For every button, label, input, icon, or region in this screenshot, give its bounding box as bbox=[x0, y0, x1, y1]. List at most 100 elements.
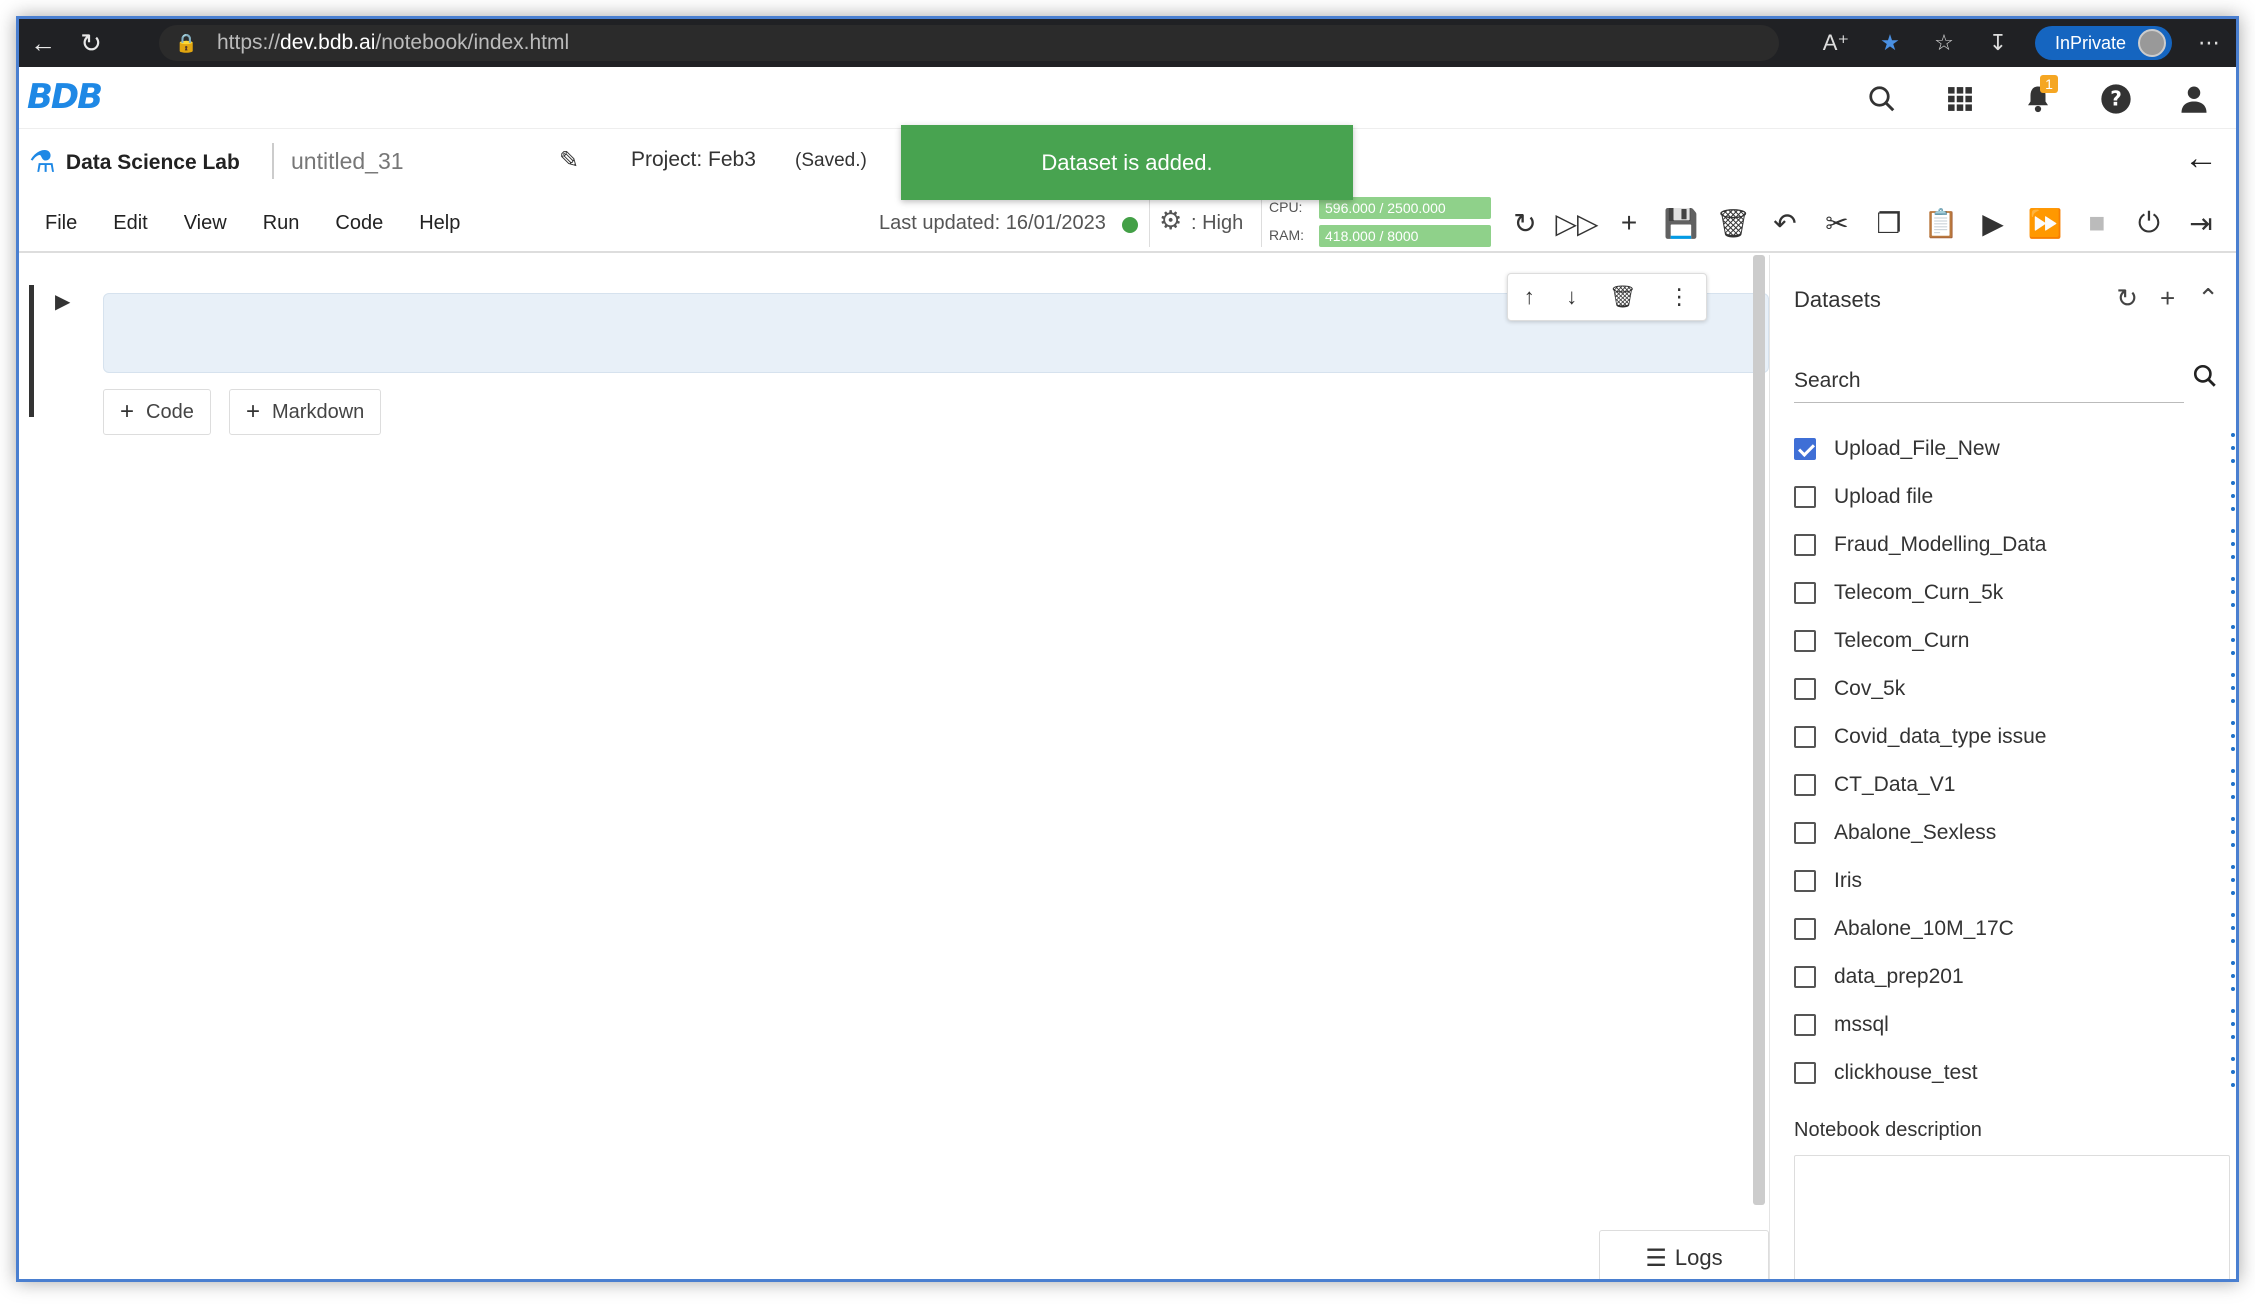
dataset-item[interactable]: clickhouse_test bbox=[1794, 1049, 2235, 1097]
copy-icon[interactable]: ❐ bbox=[1863, 207, 1915, 240]
kebab-menu-icon[interactable] bbox=[2228, 577, 2236, 607]
add-cell-icon[interactable]: + bbox=[1603, 207, 1655, 239]
help-icon[interactable]: ? bbox=[2094, 77, 2138, 121]
delete-icon[interactable]: 🗑 bbox=[1707, 207, 1759, 240]
refresh-kernel-icon[interactable]: ↻ bbox=[1499, 207, 1551, 240]
move-down-icon[interactable]: ↓ bbox=[1566, 284, 1577, 310]
inprivate-label: InPrivate bbox=[2054, 32, 2126, 53]
chevron-up-icon[interactable]: ⌃ bbox=[2197, 283, 2219, 314]
dataset-checkbox[interactable] bbox=[1794, 726, 1816, 748]
last-updated: Last updated: 16/01/2023 bbox=[879, 212, 1106, 234]
refresh-datasets-icon[interactable]: ↻ bbox=[2116, 283, 2138, 314]
kebab-menu-icon[interactable] bbox=[2228, 865, 2236, 895]
kebab-menu-icon[interactable] bbox=[2228, 1009, 2236, 1039]
dataset-item[interactable]: Abalone_Sexless bbox=[1794, 809, 2235, 857]
cut-icon[interactable]: ✂ bbox=[1811, 207, 1863, 240]
menu-edit[interactable]: Edit bbox=[95, 212, 165, 235]
dataset-item[interactable]: Upload file bbox=[1794, 473, 2235, 521]
menu-file[interactable]: File bbox=[27, 212, 95, 235]
bdb-logo[interactable]: BDB bbox=[27, 77, 103, 117]
power-icon[interactable]: ⏻ bbox=[2123, 207, 2175, 240]
favorite-star-icon[interactable]: ★ bbox=[1863, 30, 1917, 56]
dataset-checkbox[interactable] bbox=[1794, 1014, 1816, 1036]
move-up-icon[interactable]: ↑ bbox=[1524, 284, 1535, 310]
notebook-scrollbar[interactable] bbox=[1753, 255, 1765, 1205]
logs-button[interactable]: ☰ Logs bbox=[1599, 1230, 1769, 1279]
add-markdown-button[interactable]: + Markdown bbox=[229, 389, 382, 435]
dataset-search-input[interactable]: Search bbox=[1794, 363, 2184, 403]
kebab-menu-icon[interactable] bbox=[2228, 817, 2236, 847]
kebab-menu-icon[interactable] bbox=[2228, 529, 2236, 559]
kebab-menu-icon[interactable] bbox=[2228, 673, 2236, 703]
dataset-checkbox[interactable] bbox=[1794, 630, 1816, 652]
read-aloud-icon[interactable]: A⁺ bbox=[1809, 30, 1863, 56]
url-prefix: https:// bbox=[217, 31, 281, 54]
menu-view[interactable]: View bbox=[166, 212, 245, 235]
dataset-item[interactable]: Upload_File_New bbox=[1794, 425, 2235, 473]
undo-icon[interactable]: ↶ bbox=[1759, 207, 1811, 240]
back-arrow-icon[interactable]: ← bbox=[2184, 139, 2218, 178]
dataset-label: data_prep201 bbox=[1834, 965, 1964, 988]
favorites-icon[interactable]: ☆ bbox=[1917, 30, 1971, 56]
notebook-name[interactable]: untitled_31 bbox=[291, 148, 404, 175]
kebab-menu-icon[interactable] bbox=[2228, 913, 2236, 943]
run-all-icon[interactable]: ▷▷ bbox=[1551, 207, 1603, 240]
kebab-menu-icon[interactable] bbox=[2228, 769, 2236, 799]
kebab-menu-icon[interactable] bbox=[2228, 625, 2236, 655]
dataset-item[interactable]: Telecom_Curn bbox=[1794, 617, 2235, 665]
dataset-checkbox[interactable] bbox=[1794, 1062, 1816, 1084]
dataset-checkbox[interactable] bbox=[1794, 678, 1816, 700]
dataset-item[interactable]: Cov_5k bbox=[1794, 665, 2235, 713]
downloads-icon[interactable]: ↧ bbox=[1971, 30, 2025, 56]
dataset-checkbox[interactable] bbox=[1794, 966, 1816, 988]
dataset-item[interactable]: Abalone_10M_17C bbox=[1794, 905, 2235, 953]
user-profile-icon[interactable] bbox=[2172, 77, 2216, 121]
dataset-checkbox[interactable] bbox=[1794, 534, 1816, 556]
dataset-checkbox[interactable] bbox=[1794, 774, 1816, 796]
dataset-item[interactable]: Telecom_Curn_5k bbox=[1794, 569, 2235, 617]
run-cell-icon[interactable]: ▶ bbox=[1967, 207, 2019, 240]
notification-bell-icon[interactable]: 1 bbox=[2016, 75, 2060, 121]
kebab-menu-icon[interactable] bbox=[2228, 1057, 2236, 1087]
dataset-item[interactable]: mssql bbox=[1794, 1001, 2235, 1049]
fast-forward-icon[interactable]: ⏩ bbox=[2019, 207, 2071, 240]
dataset-checkbox[interactable] bbox=[1794, 438, 1816, 460]
search-icon[interactable] bbox=[2192, 363, 2218, 396]
dataset-checkbox[interactable] bbox=[1794, 918, 1816, 940]
cell-more-icon[interactable]: ⋮ bbox=[1668, 284, 1690, 310]
menu-code[interactable]: Code bbox=[317, 212, 401, 235]
menu-run[interactable]: Run bbox=[245, 212, 318, 235]
dataset-item[interactable]: CT_Data_V1 bbox=[1794, 761, 2235, 809]
delete-cell-icon[interactable]: 🗑 bbox=[1609, 284, 1637, 310]
search-icon[interactable] bbox=[1860, 77, 1904, 121]
more-icon[interactable]: ⋯ bbox=[2182, 30, 2236, 56]
dataset-item[interactable]: data_prep201 bbox=[1794, 953, 2235, 1001]
dataset-checkbox[interactable] bbox=[1794, 486, 1816, 508]
edit-pencil-icon[interactable]: ✎ bbox=[559, 146, 579, 175]
dataset-item[interactable]: Fraud_Modelling_Data bbox=[1794, 521, 2235, 569]
menu-help[interactable]: Help bbox=[401, 212, 478, 235]
kebab-menu-icon[interactable] bbox=[2228, 721, 2236, 751]
collapse-panel-icon[interactable]: ⇥ bbox=[2175, 207, 2227, 240]
run-cell-triangle-icon[interactable]: ▶ bbox=[55, 289, 70, 314]
apps-grid-icon[interactable] bbox=[1938, 77, 1982, 121]
dataset-checkbox[interactable] bbox=[1794, 870, 1816, 892]
address-bar[interactable]: 🔒 https://dev.bdb.ai/notebook/index.html bbox=[159, 25, 1779, 61]
dataset-item[interactable]: Iris bbox=[1794, 857, 2235, 905]
refresh-icon[interactable]: ↻ bbox=[67, 19, 115, 67]
kebab-menu-icon[interactable] bbox=[2228, 961, 2236, 991]
paste-icon[interactable]: 📋 bbox=[1915, 207, 1967, 240]
dataset-checkbox[interactable] bbox=[1794, 582, 1816, 604]
add-dataset-icon[interactable]: + bbox=[2160, 283, 2175, 314]
add-code-button[interactable]: + Code bbox=[103, 389, 211, 435]
panel-scrollbar[interactable] bbox=[2237, 255, 2239, 1085]
notebook-description-textarea[interactable] bbox=[1794, 1155, 2230, 1279]
save-icon[interactable]: 💾 bbox=[1655, 207, 1707, 240]
dataset-item[interactable]: Covid_data_type issue bbox=[1794, 713, 2235, 761]
kebab-menu-icon[interactable] bbox=[2228, 481, 2236, 511]
stop-icon[interactable]: ■ bbox=[2071, 207, 2123, 239]
inprivate-badge[interactable]: InPrivate bbox=[2034, 26, 2172, 60]
dataset-checkbox[interactable] bbox=[1794, 822, 1816, 844]
kebab-menu-icon[interactable] bbox=[2228, 433, 2236, 463]
back-icon[interactable]: ← bbox=[19, 19, 67, 67]
